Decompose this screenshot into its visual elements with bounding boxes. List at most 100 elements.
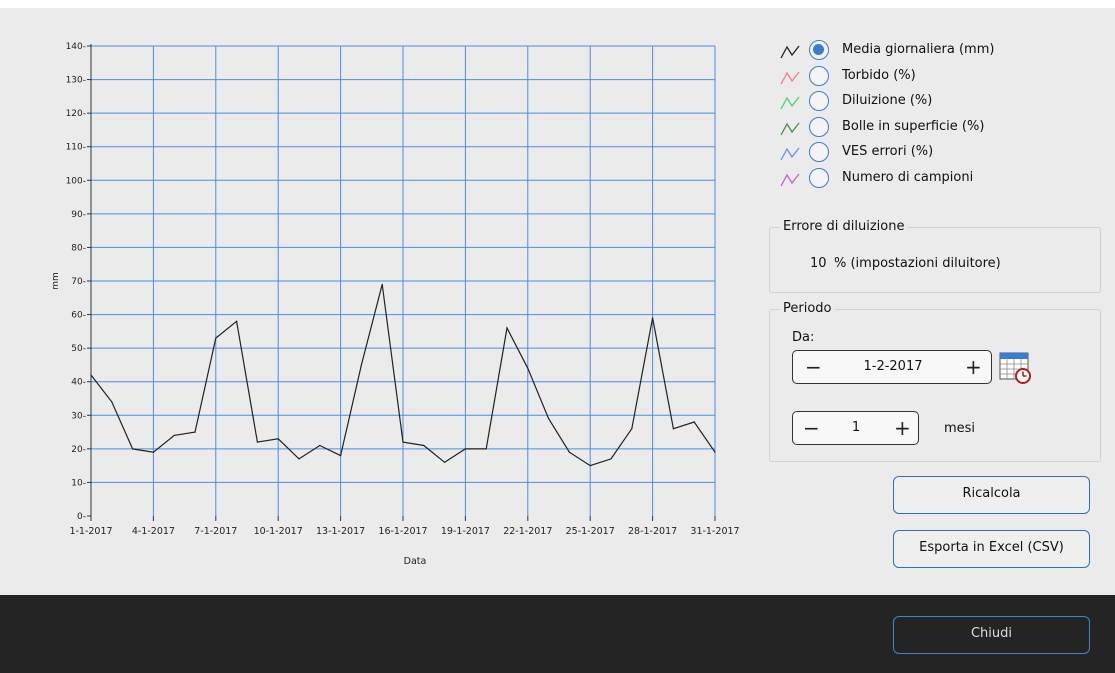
x-axis-label: Data — [404, 556, 427, 567]
months-stepper[interactable]: − 1 + — [792, 411, 919, 445]
legend-item[interactable]: Bolle in superficie (%) — [780, 116, 1100, 141]
from-date-stepper[interactable]: − 1-2-2017 + — [792, 350, 992, 384]
data-point — [423, 444, 425, 447]
months-unit-label: mesi — [944, 421, 976, 436]
series-line-icon — [780, 45, 800, 59]
data-point — [464, 448, 466, 450]
data-point — [111, 401, 113, 403]
export-csv-button[interactable]: Esporta in Excel (CSV) — [893, 530, 1090, 568]
data-point — [132, 448, 134, 450]
data-point — [340, 454, 342, 457]
series-line-icon — [780, 96, 800, 110]
y-tick-label: 50- — [71, 344, 86, 354]
data-point — [631, 428, 633, 430]
data-point — [589, 465, 591, 467]
y-axis-label: mm — [51, 272, 61, 290]
y-tick-label: 90- — [71, 210, 86, 220]
legend-item[interactable]: VES errori (%) — [780, 142, 1100, 166]
data-point — [693, 421, 695, 423]
data-point — [194, 431, 196, 433]
dilution-error-unit: % (impostazioni diluitore) — [834, 256, 1001, 271]
y-tick-label: 80- — [71, 243, 86, 253]
months-decrement-button[interactable]: − — [803, 412, 820, 444]
y-tick-label: 40- — [71, 378, 86, 388]
legend-item[interactable]: Torbido (%) — [780, 65, 1100, 90]
recalculate-button[interactable]: Ricalcola — [893, 476, 1090, 514]
data-point — [298, 458, 300, 460]
data-point — [444, 461, 446, 463]
legend-item[interactable]: Media giornaliera (mm) — [780, 40, 1100, 64]
data-point — [215, 337, 217, 339]
from-date-value[interactable]: 1-2-2017 — [833, 351, 953, 383]
x-tick-label: 16-1-2017 — [378, 526, 427, 537]
series-radio[interactable] — [809, 91, 829, 112]
daily-average-chart: 0- 10- 20- 30- 40- 50- 60- 70- 80- 90- 100- 110- 120… — [51, 42, 740, 567]
series-radio[interactable] — [809, 40, 829, 60]
data-point — [152, 451, 154, 453]
x-tick-label: 28-1-2017 — [628, 526, 677, 537]
period-group: Periodo Da: − 1-2-2017 + − 1 + mesi — [769, 301, 1101, 462]
data-point — [548, 418, 550, 420]
legend-label: Torbido (%) — [842, 67, 916, 83]
x-tick-label: 10-1-2017 — [254, 526, 303, 537]
data-point — [277, 438, 279, 440]
x-tick-label: 19-1-2017 — [441, 526, 490, 537]
data-point — [256, 441, 258, 443]
close-button[interactable]: Chiudi — [893, 616, 1090, 654]
dilution-error-value: 10 — [810, 256, 827, 271]
x-tick-label: 22-1-2017 — [503, 526, 552, 537]
y-tick-label: 130- — [66, 76, 86, 86]
series-radio[interactable] — [809, 65, 829, 86]
x-tick-label: 25-1-2017 — [566, 526, 615, 537]
data-point — [714, 451, 716, 453]
y-tick-label: 10- — [71, 478, 86, 488]
data-point — [568, 451, 571, 453]
calendar-icon[interactable] — [998, 350, 1032, 384]
series-line-icon — [780, 147, 800, 161]
legend-label: Media giornaliera (mm) — [842, 42, 995, 57]
y-tick-label: 100- — [66, 176, 86, 186]
x-tick-label: 13-1-2017 — [316, 526, 365, 537]
data-point — [672, 428, 675, 430]
stats-panel: 0- 10- 20- 30- 40- 50- 60- 70- 80- 90- 100- 110- 120… — [0, 8, 1115, 595]
data-point — [360, 364, 362, 366]
data-point — [527, 367, 529, 369]
series-radio[interactable] — [809, 142, 829, 163]
series-radio[interactable] — [809, 168, 829, 188]
date-increment-button[interactable]: + — [965, 351, 982, 383]
series-radio[interactable] — [809, 116, 829, 137]
x-tick-label: 4-1-2017 — [132, 526, 175, 537]
months-increment-button[interactable]: + — [894, 412, 911, 444]
y-tick-label: 140- — [66, 42, 86, 52]
data-point — [485, 448, 487, 450]
legend-label: Numero di campioni — [842, 170, 974, 185]
y-tick-label: 70- — [71, 277, 86, 287]
legend-label: Bolle in superficie (%) — [842, 118, 985, 134]
months-value[interactable]: 1 — [833, 412, 879, 444]
legend-label: VES errori (%) — [842, 144, 934, 160]
data-point — [402, 441, 404, 443]
legend-item[interactable]: Numero di campioni — [780, 168, 1100, 192]
x-tick-label: 31-1-2017 — [690, 526, 739, 537]
data-point — [236, 320, 238, 322]
data-point — [90, 374, 92, 376]
y-tick-label: 110- — [66, 143, 86, 153]
series-line-icon — [780, 173, 800, 187]
y-tick-label: 20- — [71, 445, 86, 455]
dilution-error-group: Errore di diluizione 10 % (impostazioni … — [769, 219, 1101, 293]
x-tick-label: 7-1-2017 — [194, 526, 237, 537]
y-tick-label: 120- — [66, 109, 86, 119]
data-point — [652, 317, 654, 319]
from-label: Da: — [792, 330, 815, 345]
y-tick-label: 0- — [77, 512, 86, 522]
data-point — [381, 283, 383, 285]
legend-label: Diluizione (%) — [842, 93, 933, 109]
legend-item[interactable]: Diluizione (%) — [780, 91, 1100, 115]
data-point — [319, 444, 321, 447]
data-point — [506, 327, 508, 329]
y-tick-label: 30- — [71, 411, 86, 421]
data-point — [610, 458, 612, 460]
date-decrement-button[interactable]: − — [805, 351, 822, 383]
data-point — [173, 434, 175, 437]
y-tick-label: 60- — [71, 311, 86, 321]
